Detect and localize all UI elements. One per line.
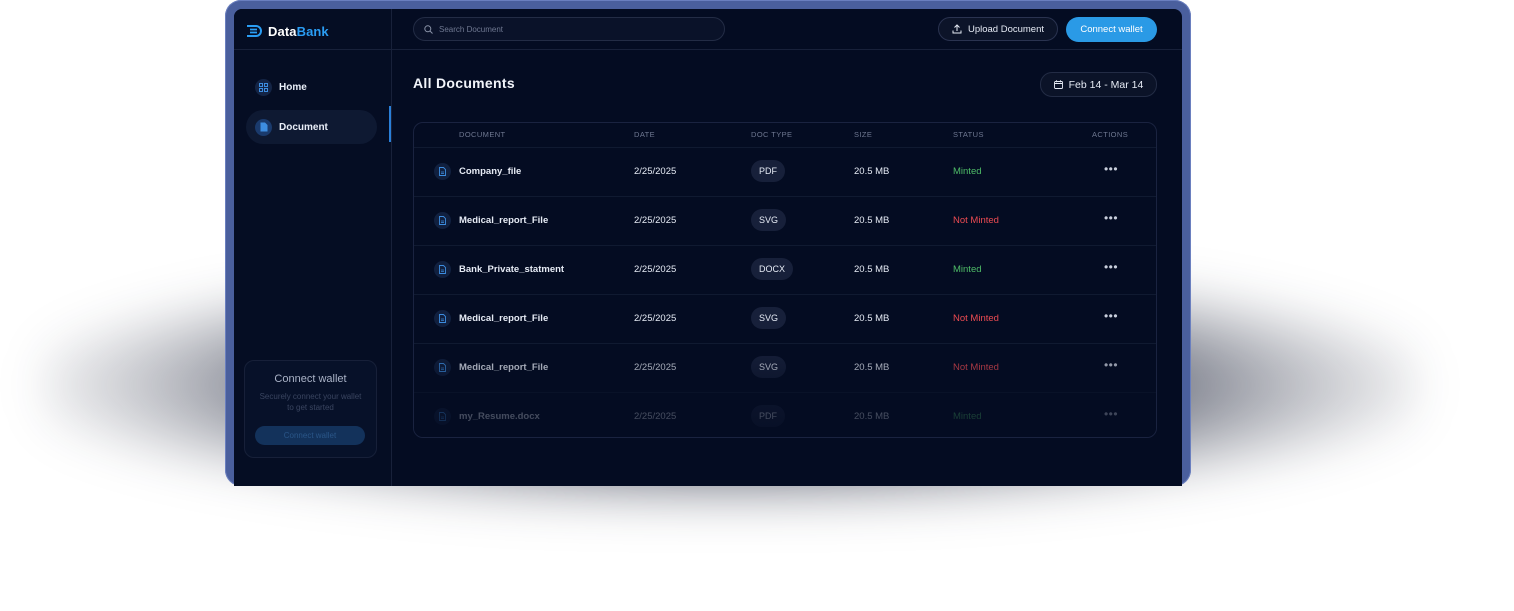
column-header-date[interactable]: DATE — [634, 130, 655, 139]
doc-type-badge: SVG — [751, 209, 787, 231]
upload-document-button[interactable]: Upload Document — [938, 17, 1058, 41]
sidebar-item-home[interactable]: Home — [246, 70, 377, 104]
more-actions-icon[interactable]: ••• — [1102, 162, 1120, 178]
page-title: All Documents — [413, 75, 515, 91]
column-header-size[interactable]: SIZE — [854, 130, 872, 139]
status-badge: Minted — [953, 264, 982, 275]
logo[interactable]: DataBank — [246, 21, 329, 41]
logo-icon — [247, 25, 262, 37]
document-name[interactable]: my_Resume.docx — [459, 411, 540, 422]
wallet-card-title: Connect wallet — [274, 373, 347, 385]
sidebar: DataBank Home Document Connect wallet Se… — [234, 9, 392, 486]
document-date: 2/25/2025 — [634, 411, 677, 422]
status-badge: Minted — [953, 166, 982, 177]
document-icon — [434, 310, 451, 327]
more-actions-icon[interactable]: ••• — [1102, 211, 1120, 227]
sidebar-item-label: Home — [279, 81, 307, 93]
table-header: DOCUMENT DATE DOC TYPE SIZE STATUS ACTIO… — [414, 123, 1156, 147]
document-date: 2/25/2025 — [634, 313, 677, 324]
column-header-doc-type[interactable]: DOC TYPE — [751, 130, 792, 139]
upload-icon — [952, 24, 962, 34]
documents-table: DOCUMENT DATE DOC TYPE SIZE STATUS ACTIO… — [413, 122, 1157, 438]
topbar-divider — [391, 49, 1182, 50]
document-date: 2/25/2025 — [634, 264, 677, 275]
more-actions-icon[interactable]: ••• — [1102, 309, 1120, 325]
device-frame: DataBank Home Document Connect wallet Se… — [225, 0, 1191, 486]
document-name[interactable]: Medical_report_File — [459, 313, 548, 324]
date-range-picker[interactable]: Feb 14 - Mar 14 — [1040, 72, 1157, 97]
upload-document-label: Upload Document — [967, 23, 1045, 35]
doc-type-badge: SVG — [751, 356, 787, 378]
doc-type-badge: DOCX — [751, 258, 794, 280]
doc-type-badge: PDF — [751, 160, 785, 182]
document-icon — [434, 408, 451, 425]
document-date: 2/25/2025 — [634, 362, 677, 373]
document-name[interactable]: Medical_report_File — [459, 362, 548, 373]
app-window: DataBank Home Document Connect wallet Se… — [234, 9, 1182, 486]
doc-type-badge: PDF — [751, 405, 785, 427]
column-header-actions: ACTIONS — [1092, 130, 1129, 139]
file-icon — [255, 118, 272, 136]
active-indicator — [389, 106, 391, 142]
more-actions-icon[interactable]: ••• — [1102, 260, 1120, 276]
search-icon — [424, 24, 433, 34]
document-size: 20.5 MB — [854, 313, 890, 324]
document-size: 20.5 MB — [854, 411, 890, 422]
document-size: 20.5 MB — [854, 362, 890, 373]
table-row[interactable]: my_Resume.docx 2/25/2025 PDF 20.5 MB Min… — [414, 392, 1156, 437]
table-row[interactable]: Medical_report_File 2/25/2025 SVG 20.5 M… — [414, 294, 1156, 344]
table-row[interactable]: Company_file 2/25/2025 PDF 20.5 MB Minte… — [414, 147, 1156, 197]
search-bar[interactable] — [413, 17, 725, 41]
document-size: 20.5 MB — [854, 166, 890, 177]
grid-icon — [255, 78, 272, 96]
status-badge: Not Minted — [953, 313, 999, 324]
calendar-icon — [1053, 80, 1063, 89]
more-actions-icon[interactable]: ••• — [1102, 358, 1120, 374]
logo-text: DataBank — [268, 24, 329, 39]
document-size: 20.5 MB — [854, 215, 890, 226]
connect-wallet-button[interactable]: Connect wallet — [1066, 17, 1157, 42]
document-name[interactable]: Company_file — [459, 166, 521, 177]
sidebar-item-label: Document — [279, 121, 328, 133]
logo-text-part2: Bank — [296, 23, 329, 39]
wallet-card-description: Securely connect your wallet to get star… — [259, 392, 362, 412]
document-icon — [434, 212, 451, 229]
table-row[interactable]: Bank_Private_statment 2/25/2025 DOCX 20.… — [414, 245, 1156, 295]
table-row[interactable]: Medical_report_File 2/25/2025 SVG 20.5 M… — [414, 343, 1156, 393]
date-range-label: Feb 14 - Mar 14 — [1068, 78, 1144, 91]
document-name[interactable]: Bank_Private_statment — [459, 264, 564, 275]
sidebar-item-document[interactable]: Document — [246, 110, 377, 144]
status-badge: Not Minted — [953, 362, 999, 373]
sidebar-divider — [234, 49, 391, 50]
wallet-card-connect-button[interactable]: Connect wallet — [255, 426, 365, 445]
document-name[interactable]: Medical_report_File — [459, 215, 548, 226]
logo-text-part1: Data — [268, 23, 297, 39]
doc-type-badge: SVG — [751, 307, 787, 329]
status-badge: Minted — [953, 411, 982, 422]
document-icon — [434, 163, 451, 180]
document-icon — [434, 359, 451, 376]
document-date: 2/25/2025 — [634, 166, 677, 177]
connect-wallet-card: Connect wallet Securely connect your wal… — [244, 360, 377, 458]
column-header-document[interactable]: DOCUMENT — [459, 130, 506, 139]
table-row[interactable]: Medical_report_File 2/25/2025 SVG 20.5 M… — [414, 196, 1156, 246]
more-actions-icon[interactable]: ••• — [1102, 407, 1120, 423]
status-badge: Not Minted — [953, 215, 999, 226]
column-header-status[interactable]: STATUS — [953, 130, 984, 139]
document-icon — [434, 261, 451, 278]
document-size: 20.5 MB — [854, 264, 890, 275]
document-date: 2/25/2025 — [634, 215, 677, 226]
search-input[interactable] — [439, 24, 699, 34]
